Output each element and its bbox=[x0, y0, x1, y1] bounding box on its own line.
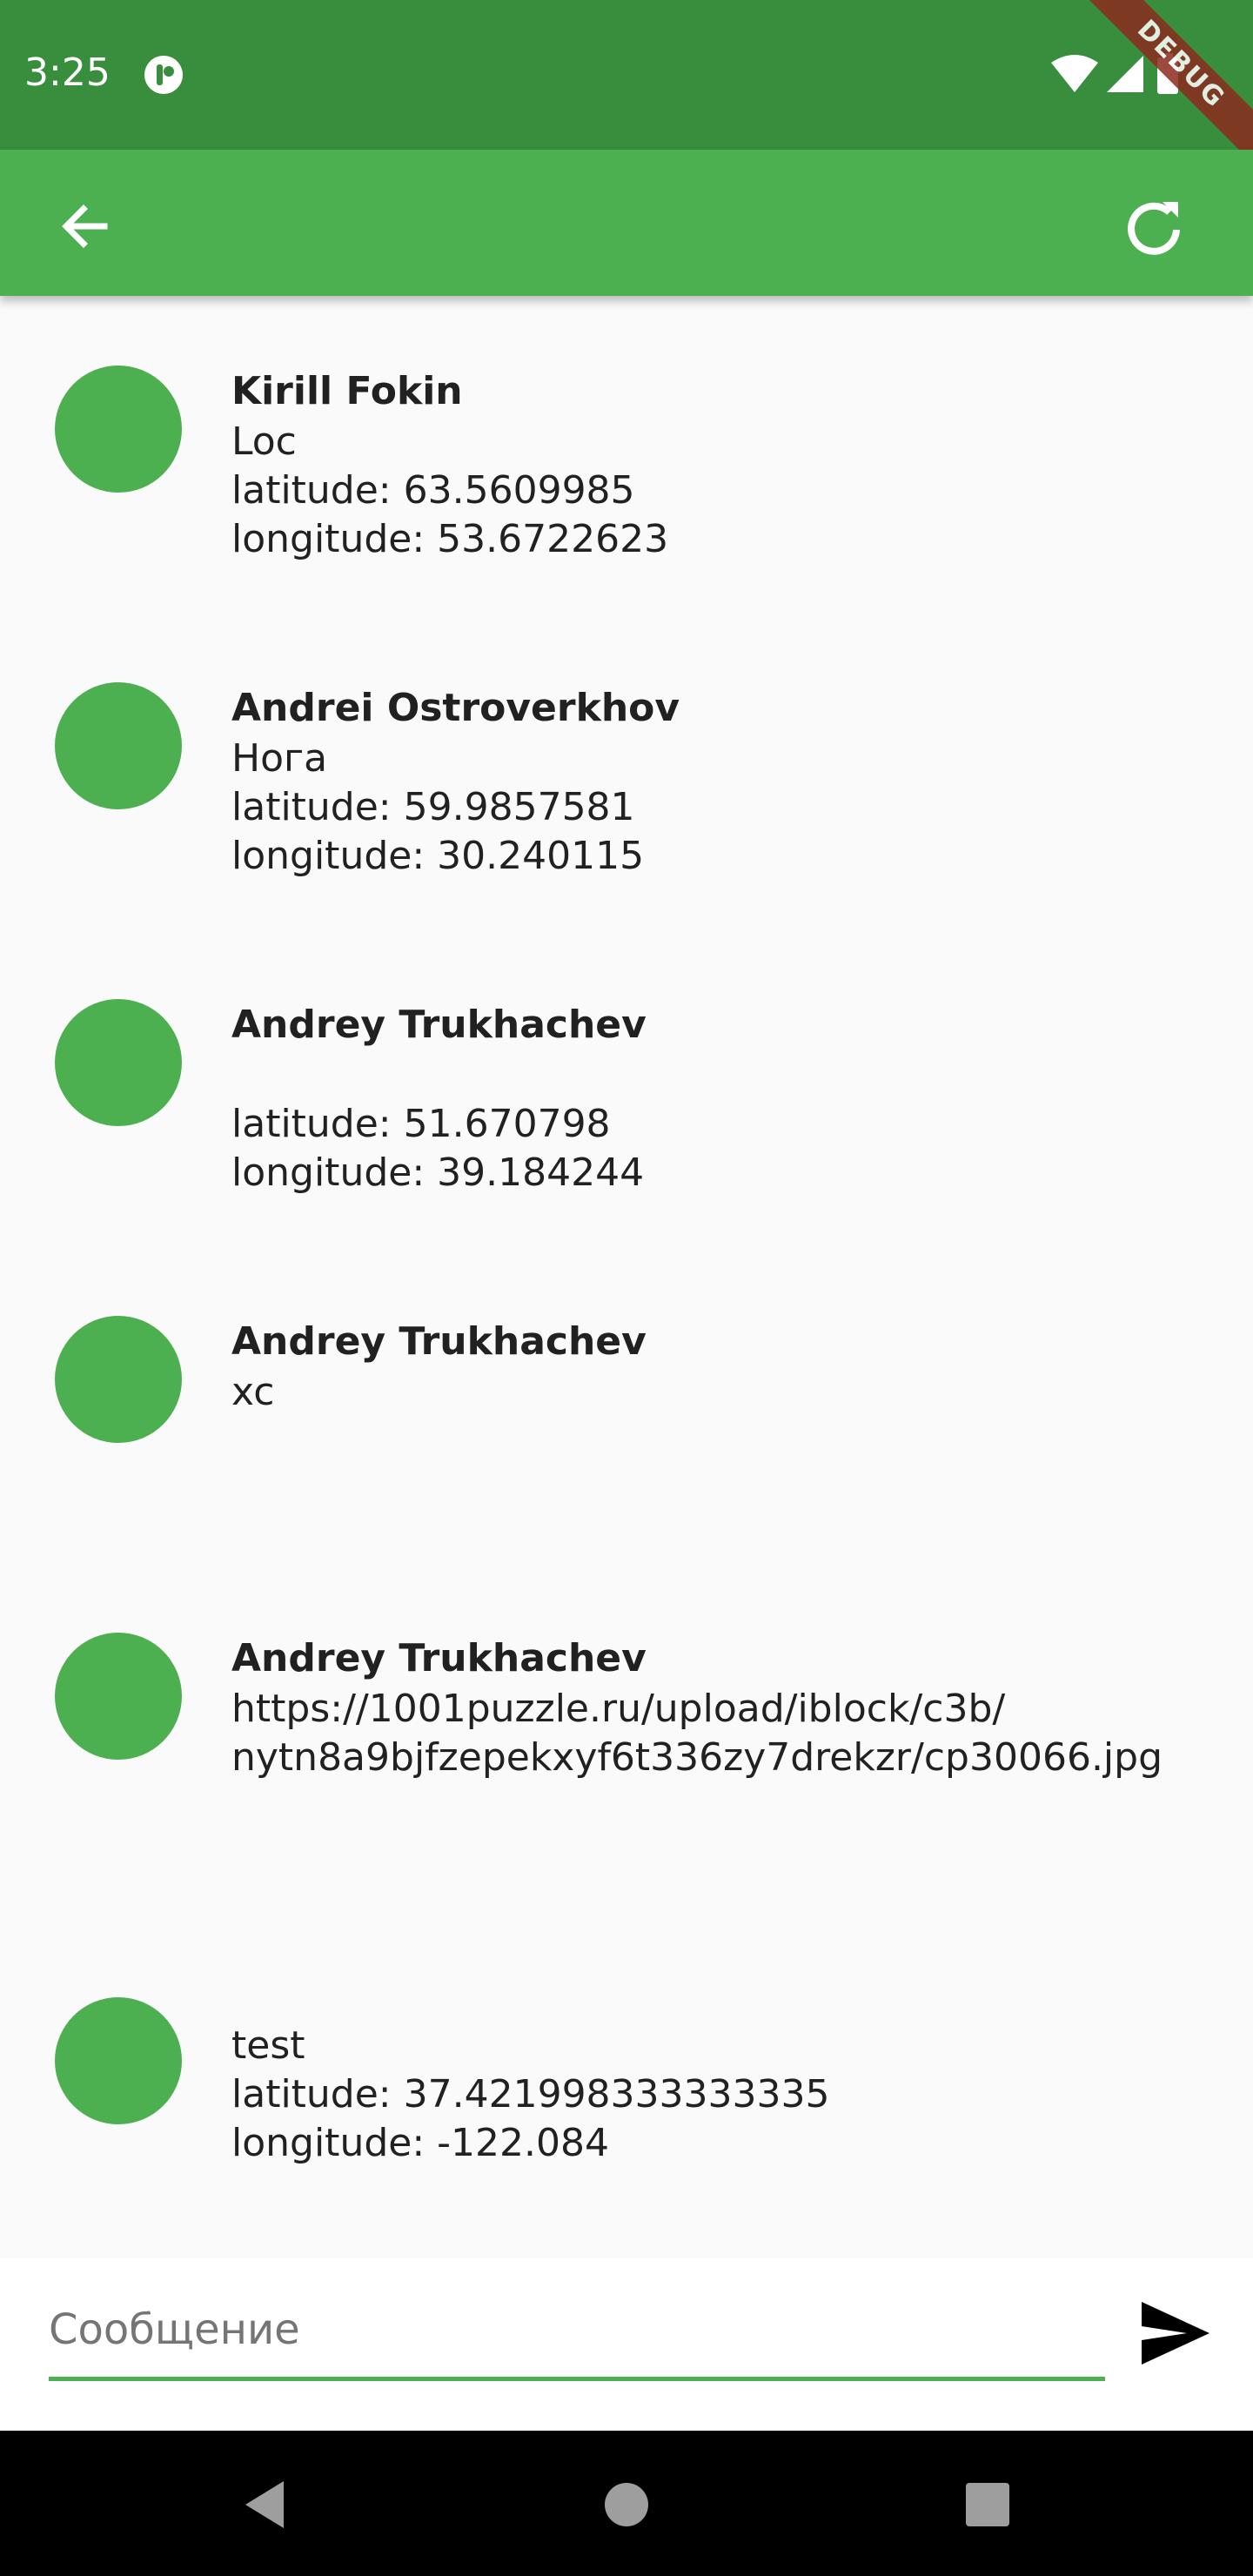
debug-banner: DEBUG bbox=[1079, 0, 1253, 174]
status-time: 3:25 bbox=[24, 50, 111, 95]
message-author: Andrey Trukhachev bbox=[231, 1319, 647, 1364]
message-author: Andrei Ostroverkhov bbox=[231, 686, 680, 730]
message-text: longitude: 53.6722623 bbox=[231, 517, 669, 561]
debug-label: DEBUG bbox=[1079, 0, 1253, 168]
message-link[interactable]: https://1001puzzle.ru/upload/iblock/c3b/ bbox=[231, 1685, 1218, 1734]
back-arrow-icon[interactable] bbox=[44, 184, 127, 268]
message-author: Kirill Fokin bbox=[231, 369, 463, 413]
message-text: longitude: 39.184244 bbox=[231, 1150, 645, 1195]
nav-recents-icon[interactable] bbox=[957, 2474, 1018, 2535]
avatar bbox=[55, 999, 182, 1126]
message-list: Kirill Fokin Loc latitude: 63.5609985 lo… bbox=[0, 296, 1253, 2258]
message-text: latitude: 51.670798 bbox=[231, 1102, 611, 1146]
avatar bbox=[55, 366, 182, 493]
message-text: Loc bbox=[231, 419, 297, 464]
avatar bbox=[55, 1316, 182, 1443]
avatar bbox=[55, 1997, 182, 2124]
status-bar: 3:25 bbox=[0, 0, 1253, 150]
message-text: latitude: 37.421998333333335 bbox=[231, 2072, 830, 2116]
nav-home-icon[interactable] bbox=[596, 2474, 657, 2535]
message-author: Andrey Trukhachev bbox=[231, 1636, 647, 1680]
message-text: longitude: -122.084 bbox=[231, 2121, 609, 2165]
message-text: test bbox=[231, 2023, 305, 2068]
app-bar bbox=[0, 150, 1253, 296]
message-composer bbox=[0, 2258, 1253, 2431]
avatar bbox=[55, 1633, 182, 1760]
message-text: longitude: 30.240115 bbox=[231, 834, 645, 878]
send-icon[interactable] bbox=[1131, 2290, 1218, 2377]
nav-back-icon[interactable] bbox=[235, 2474, 296, 2535]
message-text: Нога bbox=[231, 736, 328, 781]
message-author: Andrey Trukhachev bbox=[231, 1003, 647, 1047]
system-nav-bar bbox=[0, 2431, 1253, 2576]
message-text bbox=[231, 1051, 1218, 1100]
message-text: xc bbox=[231, 1370, 275, 1414]
message-text: latitude: 59.9857581 bbox=[231, 785, 635, 829]
app-notification-icon bbox=[144, 56, 183, 94]
refresh-icon[interactable] bbox=[1112, 184, 1196, 268]
message-input[interactable] bbox=[49, 2293, 1105, 2381]
message-link[interactable]: nytn8a9bjfzepekxyf6t336zy7drekzr/cp30066… bbox=[231, 1734, 1218, 1782]
message-text: latitude: 63.5609985 bbox=[231, 468, 635, 513]
avatar bbox=[55, 682, 182, 809]
